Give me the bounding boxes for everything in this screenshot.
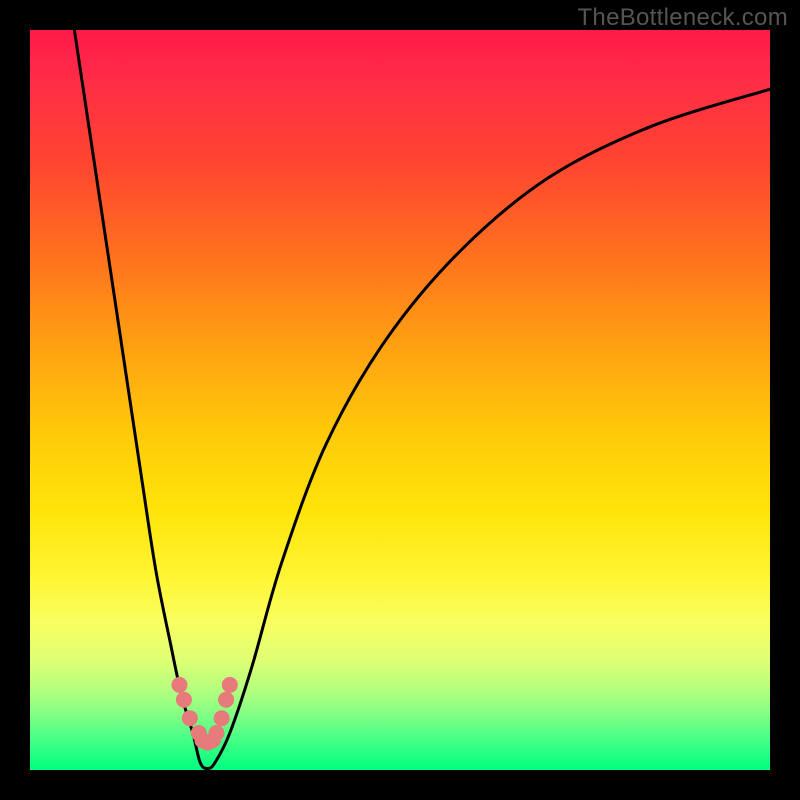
valley-bead (176, 692, 192, 708)
curve-layer (30, 30, 770, 770)
plot-area (30, 30, 770, 770)
valley-bead (222, 677, 238, 693)
watermark-text: TheBottleneck.com (577, 4, 788, 32)
valley-bead (214, 710, 230, 726)
valley-bead (218, 692, 234, 708)
bottleneck-curve (74, 30, 770, 769)
valley-bead (171, 677, 187, 693)
valley-bead (182, 710, 198, 726)
valley-bead (208, 725, 224, 741)
chart-frame: TheBottleneck.com (0, 0, 800, 800)
